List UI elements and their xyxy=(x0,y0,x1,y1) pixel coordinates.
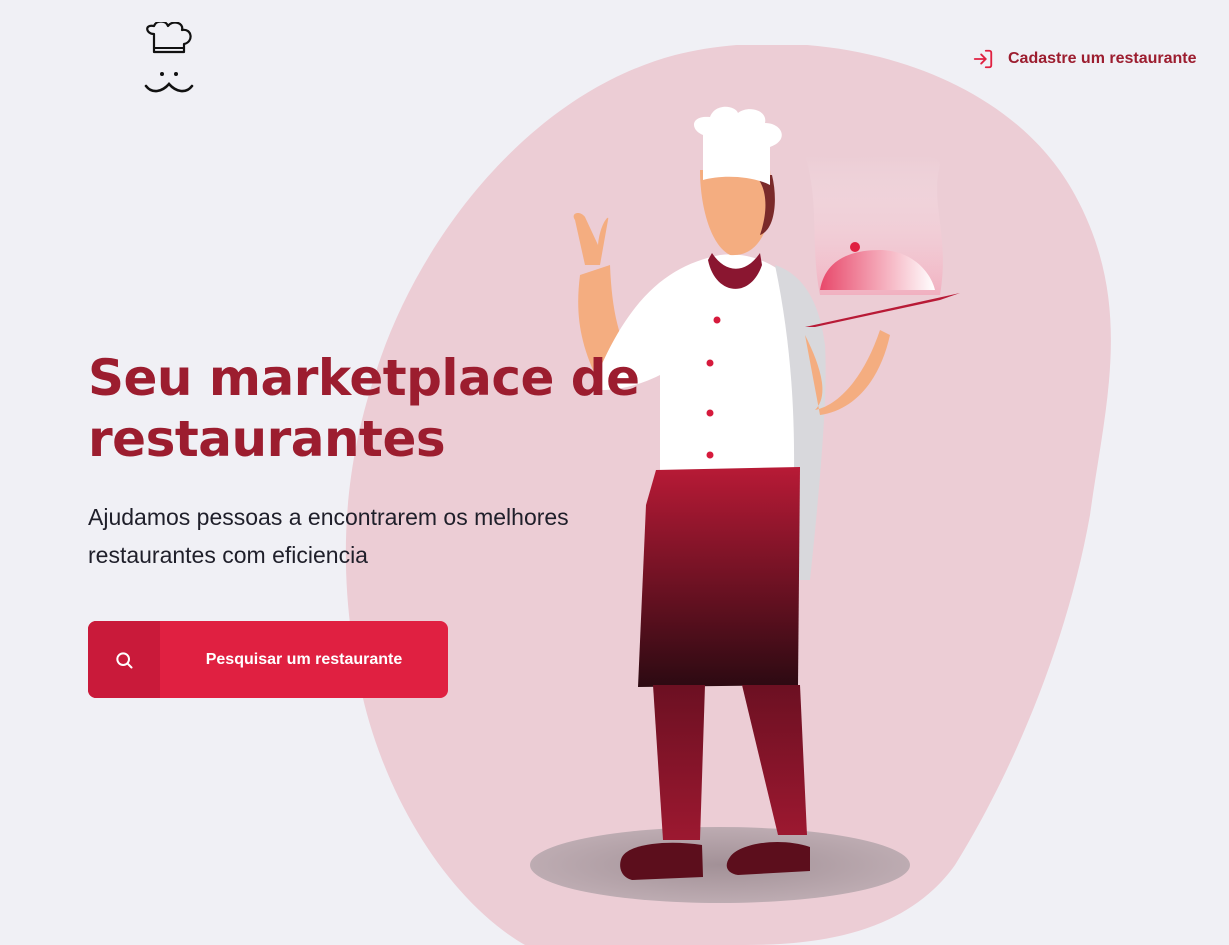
search-button-label: Pesquisar um restaurante xyxy=(205,650,403,668)
search-restaurant-button[interactable]: Pesquisar um restaurante xyxy=(88,621,448,698)
search-icon xyxy=(116,651,133,668)
hero-title: Seu marketplace de restaurantes xyxy=(88,349,640,468)
chef-logo-icon[interactable] xyxy=(140,22,196,96)
register-link-label: Cadastre um restaurante xyxy=(1008,50,1197,67)
search-icon-box xyxy=(88,621,160,698)
register-restaurant-link[interactable]: Cadastre um restaurante xyxy=(972,46,1197,72)
hero-subtitle: Ajudamos pessoas a encontrarem os melhor… xyxy=(88,504,569,568)
login-arrow-icon xyxy=(973,49,993,69)
